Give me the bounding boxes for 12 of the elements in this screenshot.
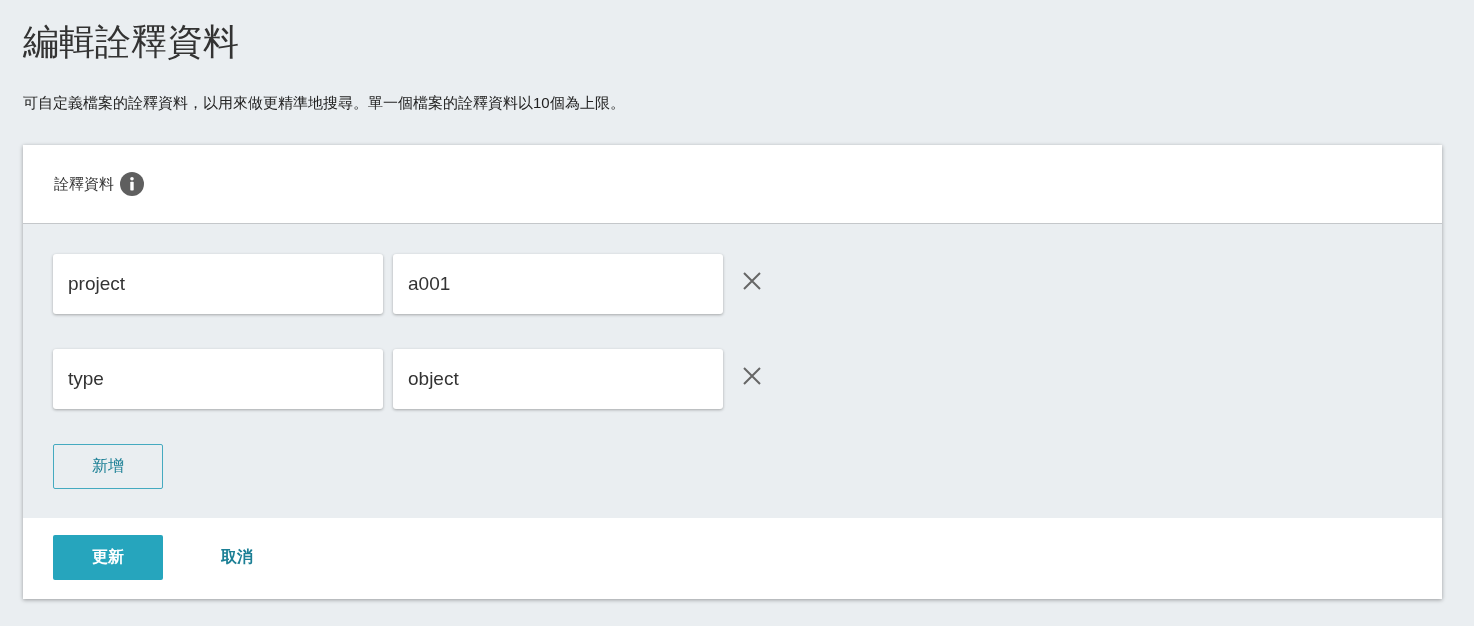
add-button[interactable]: 新增: [53, 444, 163, 489]
value-field[interactable]: a001: [393, 254, 723, 314]
cancel-link[interactable]: 取消: [209, 535, 265, 580]
key-field[interactable]: type: [53, 349, 383, 409]
close-icon: [743, 367, 761, 385]
page-description: 可自定義檔案的詮釋資料，以用來做更精準地搜尋。單一個檔案的詮釋資料以10個為上限。: [23, 93, 625, 113]
card-title: 詮釋資料: [54, 174, 114, 194]
value-field[interactable]: object: [393, 349, 723, 409]
close-icon: [743, 272, 761, 290]
key-field[interactable]: project: [53, 254, 383, 314]
page-title: 編輯詮釋資料: [23, 20, 239, 64]
info-icon: [120, 172, 144, 196]
